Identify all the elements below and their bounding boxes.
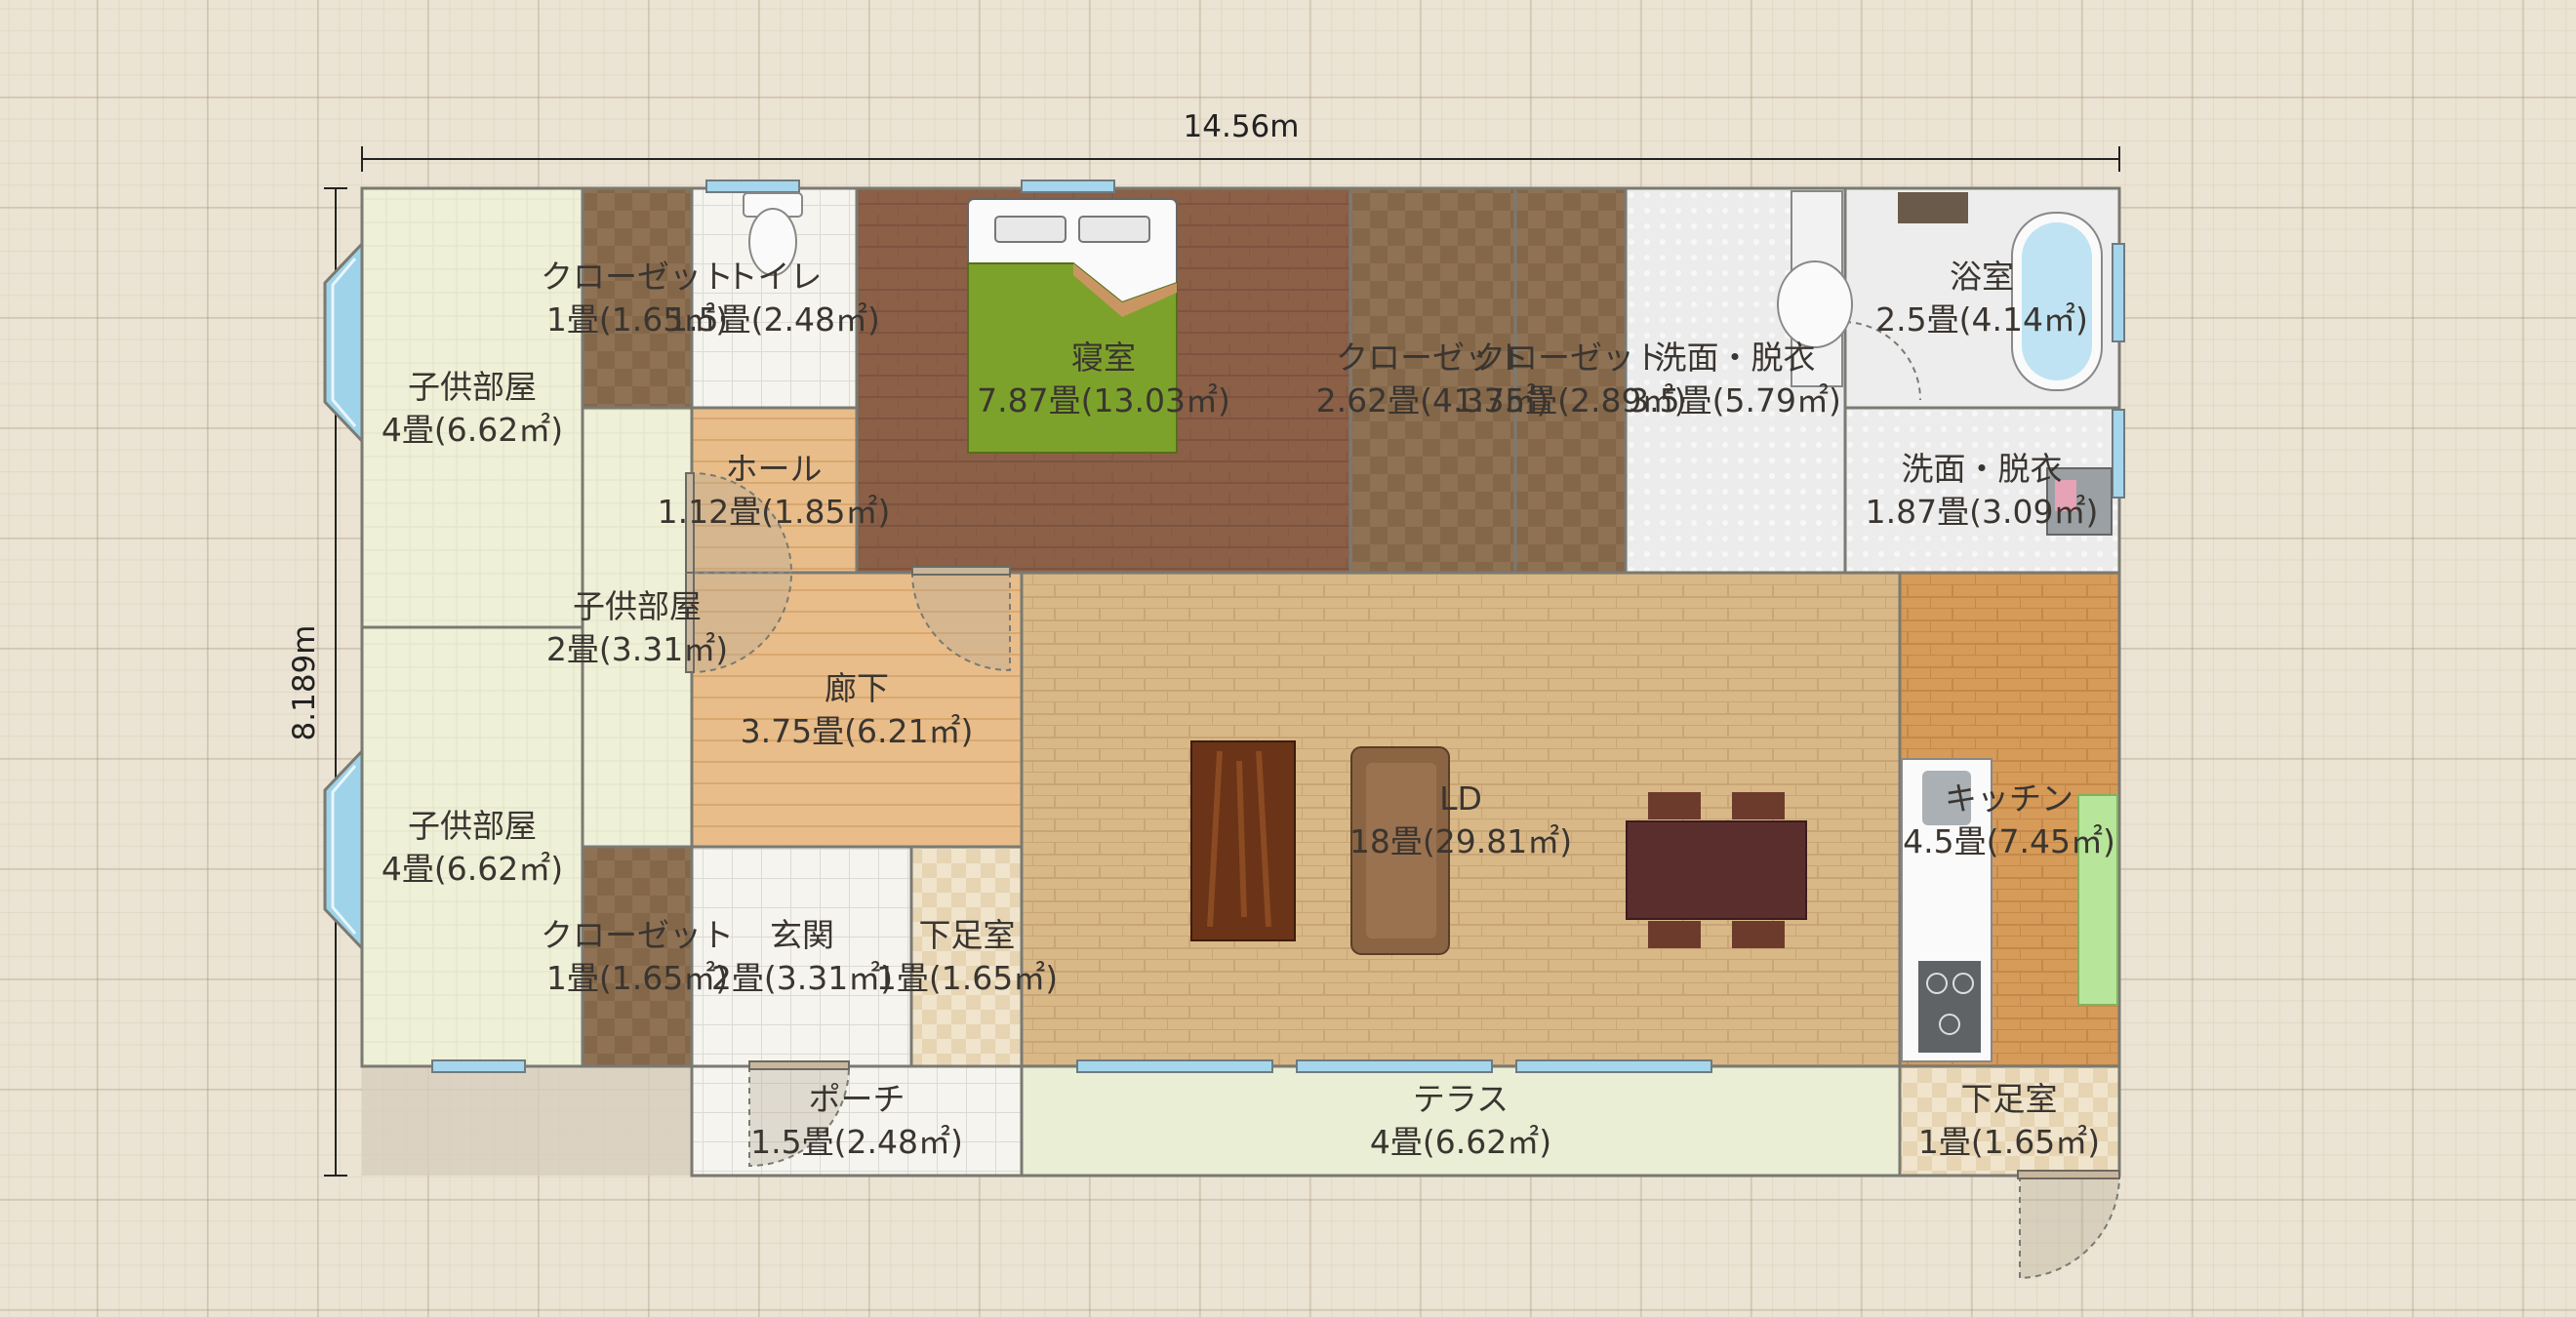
kitchen-size: 4.5畳(7.45㎡) [1903,822,2115,860]
kodomo-room-1-floor [360,186,584,629]
kodomo-2-size: 4畳(6.62㎡) [382,850,563,888]
genkan-floor [690,845,913,1068]
shitaashi-1-size: 1畳(1.65㎡) [876,959,1058,997]
ld-size: 18畳(29.81㎡) [1349,822,1572,860]
porch-size: 1.5畳(2.48㎡) [750,1123,963,1161]
height-label: 8.189m [287,625,322,741]
kodomo-3-name: 子供部屋 [573,587,702,625]
closet-2-size: 1畳(1.65㎡) [546,959,728,997]
bay-window-1 [323,240,364,445]
senmen-1-size: 3.5畳(5.79㎡) [1629,381,1841,419]
width-label: 14.56m [1184,109,1300,144]
kodomo-1-name: 子供部屋 [408,368,537,406]
closet-4-name: クローゼット [1473,339,1667,377]
kitchen-name: キッチン [1945,779,2073,818]
porch-name: ポーチ [809,1080,906,1118]
floor-plan: 14.56m 8.189m 子供部屋 4畳(6.62㎡) 子供部屋 4畳(6.6… [287,109,2125,1280]
terrace-size: 4畳(6.62㎡) [1370,1123,1551,1161]
bedroom-name: 寝室 [1071,339,1136,377]
bath-size: 2.5畳(4.14㎡) [1875,300,2088,339]
hall-size: 1.12畳(1.85㎡) [658,493,891,531]
outdoor-shade [362,1066,692,1176]
closet-3-floor [1348,186,1517,575]
senmen-2-name: 洗面・脱衣 [1902,450,2063,488]
senmen-1-name: 洗面・脱衣 [1655,339,1816,377]
bedroom-size: 7.87畳(13.03㎡) [977,381,1230,419]
genkan-size: 2畳(3.31㎡) [711,959,893,997]
kodomo-room-3-floor [581,406,694,849]
rouka-name: 廊下 [825,669,889,707]
kodomo-room-2-floor [360,625,584,1068]
toilet-name: トイレ [726,258,823,296]
genkan-name: 玄関 [770,916,834,954]
shitaashi-1-name: 下足室 [919,916,1016,954]
terrace-name: テラス [1413,1080,1509,1118]
toilet-size: 1.5畳(2.48㎡) [667,300,880,339]
closet-2-name: クローゼット [541,916,734,954]
width-dimension: 14.56m [361,109,2120,172]
hall-name: ホール [726,450,823,488]
closet-1-floor [581,186,694,410]
shitaashi-1-floor [909,845,1024,1068]
ld-name: LD [1439,779,1482,818]
shitaashi-2-name: 下足室 [1961,1080,2058,1118]
shitaashi-2-size: 1畳(1.65㎡) [1918,1123,2100,1161]
senmen-2-size: 1.87畳(3.09㎡) [1866,493,2099,531]
bay-window-2 [323,747,364,952]
coffee-table [1190,740,1296,941]
kodomo-2-name: 子供部屋 [408,807,537,845]
closet-4-floor [1513,186,1628,575]
bath-name: 浴室 [1950,258,2014,296]
closet-2-floor [581,845,694,1068]
rouka-size: 3.75畳(6.21㎡) [741,712,974,750]
kodomo-1-size: 4畳(6.62㎡) [382,411,563,449]
kodomo-3-size: 2畳(3.31㎡) [546,630,728,668]
closet-1-name: クローゼット [541,258,734,296]
